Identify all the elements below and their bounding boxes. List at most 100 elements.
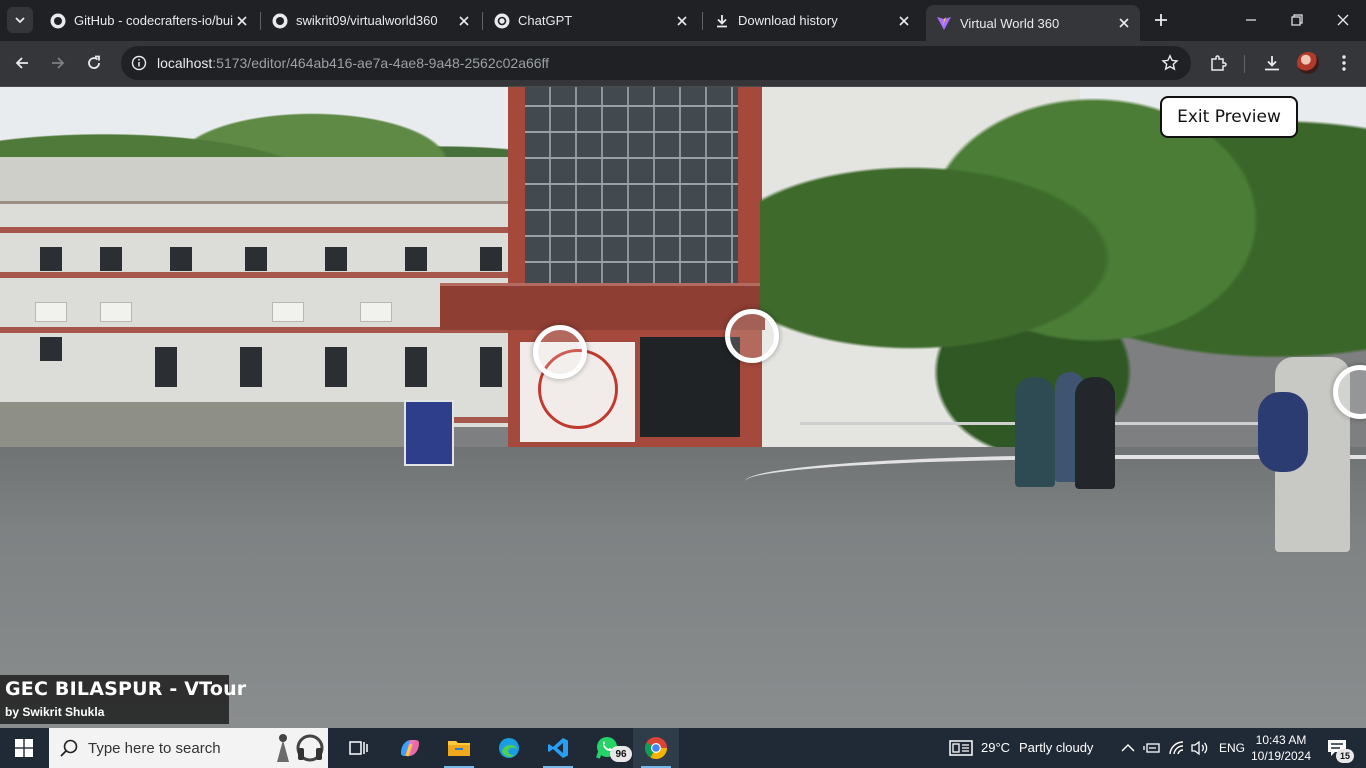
tab-separator [702,12,703,30]
close-window-button[interactable] [1320,0,1366,40]
more-vertical-icon [1342,55,1346,71]
restore-button[interactable] [1274,0,1320,40]
task-view-icon [349,741,368,755]
download-icon [1265,56,1279,71]
extensions-button[interactable] [1208,53,1228,73]
tab-title: GitHub - codecrafters-io/bui [74,13,233,28]
url-path: :5173/editor/464ab416-ae7a-4ae8-9a48-256… [212,55,550,71]
new-tab-button[interactable] [1150,9,1172,31]
chrome-icon [645,737,667,759]
taskbar-whatsapp[interactable]: 96 [584,728,632,768]
chatgpt-icon [494,13,510,29]
browser-toolbar: localhost:5173/editor/464ab416-ae7a-4ae8… [0,41,1366,87]
url-text[interactable]: localhost:5173/editor/464ab416-ae7a-4ae8… [157,55,549,71]
folder-icon [448,741,470,756]
tab-title: swikrit09/virtualworld360 [296,13,438,28]
notification-count-badge: 15 [1336,749,1354,763]
weather-condition[interactable]: Partly cloudy [1019,740,1093,755]
vscode-icon [548,738,568,758]
taskbar-copilot[interactable] [387,728,433,768]
close-icon[interactable] [456,13,472,29]
edge-icon [499,738,519,758]
input-language[interactable]: ENG [1219,741,1245,755]
forward-button[interactable] [44,49,72,77]
search-icon [60,739,78,757]
puzzle-icon [1211,55,1227,71]
address-bar[interactable]: localhost:5173/editor/464ab416-ae7a-4ae8… [121,46,1191,80]
url-host: localhost [157,55,213,71]
tab-github-codecrafters[interactable]: GitHub - codecrafters-io/bui [40,5,258,36]
taskbar-search-box[interactable]: Type here to search [49,728,328,768]
taskbar-edge[interactable] [486,728,532,768]
taskbar-vscode[interactable] [535,728,581,768]
copilot-icon [401,740,419,757]
back-button[interactable] [8,49,36,77]
weather-temperature[interactable]: 29°C [981,740,1010,755]
panorama-viewer[interactable]: Exit Preview GEC BILASPUR - VTour by Swi… [0,87,1366,728]
plus-icon [1155,14,1167,26]
tab-search-button[interactable] [7,7,33,33]
bookmark-star-icon[interactable] [1161,54,1179,72]
tab-separator [482,12,483,30]
browser-menu-button[interactable] [1334,53,1354,73]
tab-github-virtualworld[interactable]: swikrit09/virtualworld360 [262,5,480,36]
close-icon [1337,14,1349,26]
close-icon[interactable] [1116,15,1132,31]
panorama-entrance [640,337,740,437]
reload-button[interactable] [80,49,108,77]
windows-taskbar: Type here to search 96 29°C Partly cloud… [0,728,1366,768]
task-view-button[interactable] [336,728,382,768]
site-info-icon[interactable] [129,53,149,73]
battery-icon[interactable] [1143,739,1161,757]
navigation-hotspot[interactable] [725,309,779,363]
tour-title: GEC BILASPUR - VTour [5,678,247,700]
panorama-notice-board [404,400,454,466]
browser-tab-strip: GitHub - codecrafters-io/bui swikrit09/v… [0,0,1366,41]
reload-icon [88,55,100,69]
tab-download-history[interactable]: Download history [704,5,920,36]
toolbar-separator [1244,55,1245,73]
taskbar-file-explorer[interactable] [436,728,482,768]
search-placeholder: Type here to search [88,740,221,757]
panorama-person [1015,377,1055,487]
taskbar-clock[interactable]: 10:43 AM 10/19/2024 [1245,732,1317,764]
chevron-down-icon [15,17,25,24]
downloads-button[interactable] [1262,53,1282,73]
panorama-glass-facade [525,87,738,287]
restore-icon [1291,14,1303,26]
windows-logo-icon [15,739,33,757]
wifi-icon[interactable] [1168,739,1186,757]
clock-date: 10/19/2024 [1250,749,1312,763]
panorama-backpack [1258,392,1308,472]
tab-title: Download history [738,13,838,28]
tour-info-panel: GEC BILASPUR - VTour by Swikrit Shukla [0,675,246,724]
vite-icon [936,15,952,31]
weather-icon[interactable] [948,739,974,757]
volume-icon[interactable] [1191,739,1209,757]
tab-chatgpt[interactable]: ChatGPT [484,5,698,36]
navigation-hotspot[interactable] [533,325,587,379]
github-icon [272,13,288,29]
tour-author: by Swikrit Shukla [5,705,105,719]
search-highlight-icon [277,734,324,762]
tab-separator [260,12,261,30]
notifications-button[interactable]: 15 [1324,739,1354,763]
close-icon[interactable] [896,13,912,29]
profile-avatar[interactable] [1297,52,1319,74]
minimize-button[interactable] [1228,0,1274,40]
notification-badge: 96 [610,746,632,762]
close-icon[interactable] [674,13,690,29]
arrow-right-icon [52,57,65,69]
exit-preview-button[interactable]: Exit Preview [1160,96,1298,138]
minimize-icon [1246,19,1256,21]
tab-virtual-world-360[interactable]: Virtual World 360 [926,5,1140,41]
arrow-left-icon [15,57,28,69]
close-icon[interactable] [234,13,250,29]
tab-title: ChatGPT [518,13,573,28]
panorama-building [0,157,510,427]
panorama-person [1075,377,1115,489]
start-button[interactable] [0,728,48,768]
github-icon [50,13,66,29]
taskbar-chrome[interactable] [633,728,679,768]
chevron-up-icon[interactable] [1119,739,1137,757]
